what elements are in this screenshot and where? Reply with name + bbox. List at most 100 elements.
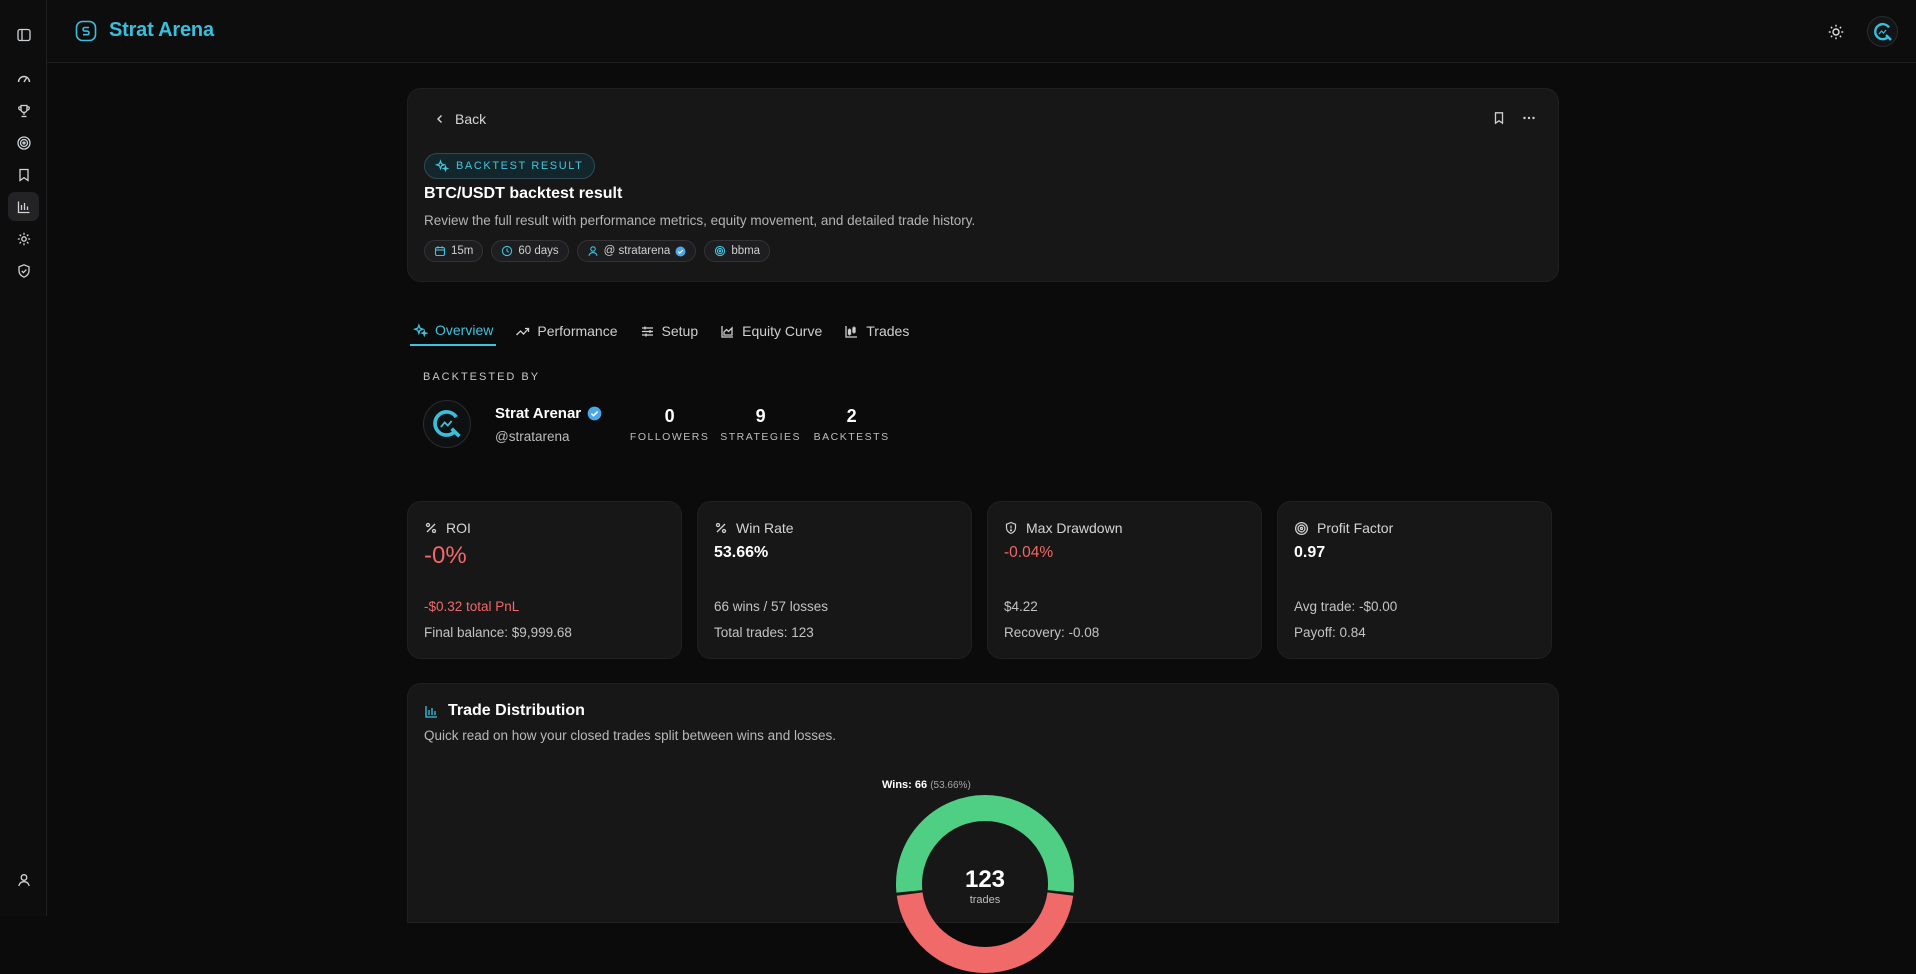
bookmark-icon xyxy=(18,168,29,182)
distribution-description: Quick read on how your closed trades spl… xyxy=(424,728,836,743)
sidebar-item-settings[interactable] xyxy=(8,224,39,253)
topbar-actions xyxy=(1827,16,1898,47)
percent-icon xyxy=(425,522,437,534)
target-icon xyxy=(16,135,31,150)
sidebar-item-strategies[interactable] xyxy=(8,128,39,157)
sparkles-icon xyxy=(435,159,449,173)
metric-detail: Total trades: 123 xyxy=(714,625,814,640)
page-title: BTC/USDT backtest result xyxy=(424,185,623,202)
metric-value: 0.97 xyxy=(1294,544,1326,561)
sparkles-icon xyxy=(413,322,428,337)
verified-icon xyxy=(675,246,686,256)
author-identity: Strat Arenar @stratarena xyxy=(495,405,602,444)
trade-distribution-card: Trade Distribution Quick read on how you… xyxy=(407,683,1559,973)
result-header-card: Back BACKTEST RESULT BTC/USDT backtest r… xyxy=(407,88,1559,282)
tab-overview[interactable]: Overview xyxy=(410,316,497,346)
sidebar-toggle-button[interactable] xyxy=(8,20,39,49)
calendar-icon xyxy=(434,246,446,257)
more-horizontal-icon[interactable] xyxy=(1522,111,1536,125)
badge-label: BACKTEST RESULT xyxy=(456,160,584,172)
metric-cards: ROI -0% -$0.32 total PnL Final balance: … xyxy=(407,501,1552,659)
stratarena-avatar-icon xyxy=(1873,22,1892,41)
tab-trades[interactable]: Trades xyxy=(841,316,912,346)
gauge-icon xyxy=(17,75,30,82)
duration-chip: 60 days xyxy=(491,240,569,262)
theme-toggle-sun-icon[interactable] xyxy=(1827,23,1845,41)
trophy-icon xyxy=(17,104,30,117)
metric-detail: Final balance: $9,999.68 xyxy=(424,625,572,640)
sidebar-item-profile[interactable] xyxy=(8,865,39,894)
user-icon xyxy=(17,873,30,886)
author-chip[interactable]: @ stratarena xyxy=(576,240,697,262)
metric-label: Profit Factor xyxy=(1317,520,1394,536)
page-description: Review the full result with performance … xyxy=(424,213,976,228)
sidebar-item-saved[interactable] xyxy=(8,160,39,189)
sidebar-item-security[interactable] xyxy=(8,256,39,285)
tab-bar: Overview Performance Setup Equity Curve … xyxy=(410,316,912,346)
gear-icon xyxy=(17,232,30,245)
sliders-icon xyxy=(641,326,653,336)
verified-icon xyxy=(587,406,602,420)
stat-followers: 0 FOLLOWERS xyxy=(629,405,710,443)
back-button[interactable]: Back xyxy=(434,111,486,127)
sidebar-item-dashboard[interactable] xyxy=(8,64,39,93)
metric-value: 53.66% xyxy=(714,544,769,561)
sidebar xyxy=(0,0,47,916)
strat-arena-logo-icon xyxy=(75,20,97,41)
stratarena-avatar-icon xyxy=(433,410,461,438)
header-actions xyxy=(1492,111,1536,125)
trending-up-icon xyxy=(516,327,530,335)
user-avatar-button[interactable] xyxy=(1867,16,1898,47)
metric-label: ROI xyxy=(446,520,471,536)
strategy-chip[interactable]: bbma xyxy=(704,240,771,262)
metric-detail: Payoff: 0.84 xyxy=(1294,625,1366,640)
metric-card-profit-factor: Profit Factor 0.97 Avg trade: -$0.00 Pay… xyxy=(1277,501,1552,659)
metric-detail: 66 wins / 57 losses xyxy=(714,599,829,614)
tab-setup[interactable]: Setup xyxy=(637,316,702,346)
chevron-left-icon xyxy=(437,115,442,123)
chart-icon xyxy=(17,201,29,213)
metric-value: -0% xyxy=(424,542,467,569)
candlestick-icon xyxy=(845,325,858,338)
metric-card-max-drawdown: Max Drawdown -0.04% $4.22 Recovery: -0.0… xyxy=(987,501,1262,659)
sidebar-panel-icon xyxy=(16,28,31,41)
target-icon xyxy=(1294,521,1309,535)
total-trades-value: 123 xyxy=(964,866,1006,893)
shield-check-icon xyxy=(17,263,30,278)
bar-chart-icon xyxy=(425,705,437,718)
clock-icon xyxy=(502,245,513,257)
sidebar-item-leaderboard[interactable] xyxy=(8,96,39,125)
bookmark-icon[interactable] xyxy=(1492,111,1506,125)
brand[interactable]: Strat Arena xyxy=(75,19,214,42)
backtested-by-label: BACKTESTED BY xyxy=(423,371,541,383)
sidebar-item-backtests[interactable] xyxy=(8,192,39,221)
author-stats: 0 FOLLOWERS 9 STRATEGIES 2 BACKTESTS xyxy=(624,406,897,443)
author-avatar[interactable] xyxy=(423,400,471,448)
author-name[interactable]: Strat Arenar xyxy=(495,405,581,422)
brand-name: Strat Arena xyxy=(109,19,214,41)
metric-value: -0.04% xyxy=(1004,544,1054,561)
main-content: Back BACKTEST RESULT BTC/USDT backtest r… xyxy=(407,88,1559,973)
author-profile: Strat Arenar @stratarena 0 FOLLOWERS 9 S… xyxy=(423,400,897,448)
metric-detail: Recovery: -0.08 xyxy=(1004,625,1100,640)
topbar: Strat Arena xyxy=(47,0,1916,63)
target-icon xyxy=(715,245,726,257)
metric-detail: -$0.32 total PnL xyxy=(424,599,520,614)
metric-card-roi: ROI -0% -$0.32 total PnL Final balance: … xyxy=(407,501,682,659)
shield-alert-icon xyxy=(1005,521,1017,535)
total-trades-unit: trades xyxy=(969,894,1001,906)
metric-label: Max Drawdown xyxy=(1026,520,1123,536)
distribution-title: Trade Distribution xyxy=(448,702,585,719)
stat-backtests: 2 BACKTESTS xyxy=(813,405,890,443)
timeframe-chip: 15m xyxy=(424,240,484,262)
metric-detail: $4.22 xyxy=(1004,599,1038,614)
metric-card-win-rate: Win Rate 53.66% 66 wins / 57 losses Tota… xyxy=(697,501,972,659)
percent-icon xyxy=(715,522,727,534)
tab-equity-curve[interactable]: Equity Curve xyxy=(717,316,825,346)
back-label: Back xyxy=(455,111,487,127)
area-chart-icon xyxy=(721,325,734,338)
backtest-result-badge: BACKTEST RESULT xyxy=(424,153,595,179)
tab-performance[interactable]: Performance xyxy=(512,316,620,346)
metric-detail: Avg trade: -$0.00 xyxy=(1294,599,1398,614)
meta-chips: 15m 60 days @ stratarena bbma xyxy=(424,240,771,262)
